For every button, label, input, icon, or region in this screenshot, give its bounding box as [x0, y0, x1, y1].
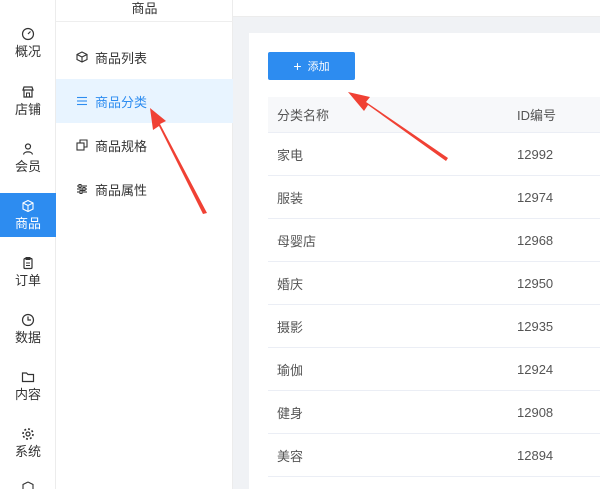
- box-icon: [22, 481, 34, 489]
- category-name: 婚庆: [277, 276, 304, 292]
- category-id: 12992: [517, 146, 554, 162]
- main-nav: 概况 店铺 会员 商品 订单 数据 内容 系统: [0, 0, 56, 489]
- nav-item-goods[interactable]: 商品: [0, 193, 56, 237]
- nav-item-system[interactable]: 系统: [0, 421, 56, 465]
- submenu-item-label: 商品分类: [95, 94, 148, 110]
- copy-icon: [76, 139, 88, 151]
- category-name: 美容: [277, 448, 304, 464]
- table-row[interactable]: 健身 12908: [268, 391, 600, 434]
- box-icon: [76, 51, 88, 63]
- table-row[interactable]: 家电 12992: [268, 133, 600, 176]
- add-button-label: 添加: [307, 61, 330, 73]
- submenu-item-label: 商品属性: [95, 182, 148, 198]
- nav-item-data[interactable]: 数据: [0, 307, 56, 351]
- submenu-item-goods-category[interactable]: 商品分类: [56, 79, 233, 123]
- add-button[interactable]: + 添加: [268, 52, 355, 80]
- submenu-item-goods-attr[interactable]: 商品属性: [56, 167, 233, 211]
- nav-item-label: 商品: [14, 216, 41, 231]
- box-icon: [22, 199, 34, 213]
- nav-item-label: 会员: [14, 159, 41, 174]
- list-icon: [77, 96, 87, 106]
- category-id: 12935: [517, 318, 554, 334]
- store-icon: [22, 86, 34, 98]
- category-name: 健身: [277, 405, 304, 421]
- sub-menu: 商品 商品列表 商品分类 商品规格 商品属性: [56, 0, 233, 489]
- table-row[interactable]: 婚庆 12950: [268, 262, 600, 305]
- clipboard-icon: [23, 257, 33, 270]
- top-header: [233, 0, 600, 17]
- user-icon: [22, 143, 34, 155]
- table-row[interactable]: 服装 12974: [268, 176, 600, 219]
- gear-icon: [22, 428, 34, 440]
- category-name: 瑜伽: [277, 362, 304, 378]
- clock-icon: [21, 313, 35, 327]
- table-row[interactable]: 摄影 12935: [268, 305, 600, 348]
- table-header: 分类名称 ID编号: [268, 97, 600, 133]
- column-header-name: 分类名称: [277, 108, 330, 123]
- column-header-id: ID编号: [517, 108, 557, 123]
- nav-item-member[interactable]: 会员: [0, 136, 56, 180]
- category-name: 母婴店: [277, 233, 317, 249]
- folder-icon: [21, 372, 35, 383]
- nav-item-label: 店铺: [14, 102, 41, 117]
- nav-item-label: 数据: [14, 330, 41, 345]
- plus-icon: +: [293, 58, 302, 74]
- submenu-item-goods-list[interactable]: 商品列表: [56, 35, 233, 79]
- table-row[interactable]: 瑜伽 12924: [268, 348, 600, 391]
- nav-item-store[interactable]: 店铺: [0, 79, 56, 123]
- nav-item-label: 系统: [14, 444, 41, 459]
- category-name: 服装: [277, 190, 304, 206]
- category-name: 家电: [277, 147, 304, 163]
- category-id: 12950: [517, 275, 554, 291]
- sliders-icon: [77, 184, 87, 194]
- category-id: 12968: [517, 232, 554, 248]
- submenu-item-label: 商品列表: [95, 50, 148, 66]
- nav-item-label: 内容: [14, 387, 41, 402]
- table-row[interactable]: 母婴店 12968: [268, 219, 600, 262]
- category-id: 12974: [517, 189, 554, 205]
- category-name: 摄影: [277, 319, 304, 335]
- submenu-item-goods-spec[interactable]: 商品规格: [56, 123, 233, 167]
- table-row[interactable]: 美容 12894: [268, 434, 600, 477]
- nav-item-overview[interactable]: 概况: [0, 21, 56, 65]
- category-id: 12908: [517, 404, 554, 420]
- nav-item-content[interactable]: 内容: [0, 364, 56, 408]
- dashboard-icon: [21, 27, 35, 41]
- nav-item-label: 概况: [14, 44, 41, 59]
- submenu-title: 商品: [56, 0, 233, 22]
- nav-item-label: 订单: [14, 273, 41, 288]
- category-id: 12924: [517, 361, 554, 377]
- category-table: 分类名称 ID编号 家电 12992 服装 12974 母婴店 12968 婚庆 129…: [268, 97, 600, 477]
- nav-item-order[interactable]: 订单: [0, 250, 56, 294]
- submenu-item-label: 商品规格: [95, 138, 148, 154]
- category-id: 12894: [517, 447, 554, 463]
